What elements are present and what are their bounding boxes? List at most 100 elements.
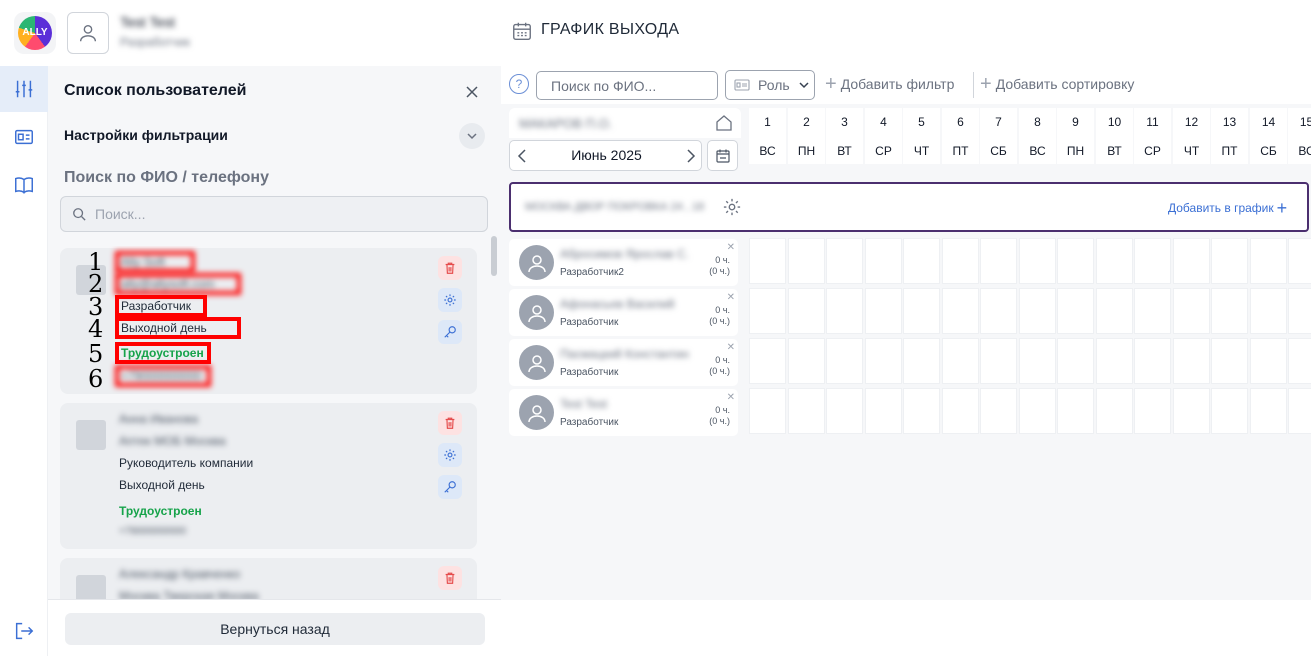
- schedule-cell[interactable]: [749, 288, 786, 334]
- schedule-cell[interactable]: [980, 338, 1017, 384]
- schedule-cell[interactable]: [1019, 338, 1056, 384]
- user-search-field[interactable]: [60, 196, 488, 232]
- delete-user-button[interactable]: [438, 411, 462, 435]
- remove-employee-icon[interactable]: ✕: [727, 392, 735, 403]
- schedule-cell[interactable]: [1057, 288, 1094, 334]
- schedule-cell[interactable]: [1211, 288, 1248, 334]
- schedule-cell[interactable]: [1250, 338, 1287, 384]
- schedule-cell[interactable]: [1211, 388, 1248, 434]
- date-picker-button[interactable]: [707, 140, 738, 171]
- schedule-cell[interactable]: [1019, 288, 1056, 334]
- schedule-cell[interactable]: [1288, 238, 1311, 284]
- schedule-cell[interactable]: [749, 338, 786, 384]
- app-logo[interactable]: ALLY: [14, 12, 56, 54]
- schedule-cell[interactable]: [1288, 288, 1311, 334]
- employee-row[interactable]: Test Test Разработчик ✕ 0 ч. (0 ч.): [509, 389, 738, 436]
- schedule-cell[interactable]: [1173, 288, 1210, 334]
- schedule-cell[interactable]: [942, 388, 979, 434]
- employee-row[interactable]: Афонасьев Василий Разработчик ✕ 0 ч. (0 ч.): [509, 289, 738, 336]
- schedule-cell[interactable]: [788, 238, 825, 284]
- schedule-cell[interactable]: [903, 338, 940, 384]
- schedule-cell[interactable]: [942, 288, 979, 334]
- schedule-cell[interactable]: [1057, 388, 1094, 434]
- schedule-cell[interactable]: [1134, 288, 1171, 334]
- back-button[interactable]: Вернуться назад: [65, 613, 485, 645]
- rail-card-button[interactable]: [0, 114, 48, 160]
- add-filter-button[interactable]: + Добавить фильтр: [825, 74, 954, 94]
- schedule-cell[interactable]: [1096, 288, 1133, 334]
- user-settings-button[interactable]: [438, 288, 462, 312]
- user-search-input[interactable]: [95, 197, 475, 231]
- schedule-cell[interactable]: [1134, 338, 1171, 384]
- schedule-cell[interactable]: [1096, 338, 1133, 384]
- schedule-cell[interactable]: [826, 338, 863, 384]
- schedule-cell[interactable]: [980, 388, 1017, 434]
- remove-employee-icon[interactable]: ✕: [727, 242, 735, 253]
- add-to-schedule-button[interactable]: Добавить в график +: [1168, 199, 1287, 217]
- schedule-cell[interactable]: [826, 288, 863, 334]
- prev-month-button[interactable]: [512, 145, 532, 167]
- schedule-cell[interactable]: [1173, 238, 1210, 284]
- schedule-cell[interactable]: [942, 338, 979, 384]
- schedule-cell[interactable]: [865, 338, 902, 384]
- employee-row[interactable]: Абросимов Ярослав С. Разработчик2 ✕ 0 ч. (0 …: [509, 239, 738, 286]
- schedule-cell[interactable]: [1288, 338, 1311, 384]
- schedule-cell[interactable]: [1250, 388, 1287, 434]
- schedule-cell[interactable]: [1211, 338, 1248, 384]
- schedule-cell[interactable]: [788, 338, 825, 384]
- list-scrollbar[interactable]: [491, 236, 497, 276]
- user-card[interactable]: Анна Иванова Аптек МОБ Москва Руководите…: [60, 403, 477, 549]
- rail-filter-button[interactable]: [0, 66, 48, 112]
- next-month-button[interactable]: [681, 145, 701, 167]
- location-settings-button[interactable]: [722, 197, 742, 222]
- user-card[interactable]: Александр Кравченко Москва Тверская Моск…: [60, 558, 477, 599]
- schedule-cell[interactable]: [865, 238, 902, 284]
- schedule-cell[interactable]: [1211, 238, 1248, 284]
- fio-search-field[interactable]: [536, 71, 718, 100]
- schedule-cell[interactable]: [1134, 238, 1171, 284]
- user-settings-button[interactable]: [438, 443, 462, 467]
- rail-book-button[interactable]: [0, 162, 48, 208]
- user-avatar[interactable]: [67, 12, 109, 54]
- delete-user-button[interactable]: [438, 566, 462, 590]
- schedule-cell[interactable]: [1057, 338, 1094, 384]
- role-filter-select[interactable]: Роль: [725, 70, 815, 100]
- logout-button[interactable]: [0, 608, 48, 654]
- help-button[interactable]: ?: [509, 74, 529, 94]
- user-access-button[interactable]: [438, 320, 462, 344]
- schedule-cell[interactable]: [903, 388, 940, 434]
- panel-close-button[interactable]: [462, 82, 482, 102]
- schedule-cell[interactable]: [788, 388, 825, 434]
- schedule-cell[interactable]: [826, 238, 863, 284]
- home-icon[interactable]: [715, 114, 733, 137]
- schedule-cell[interactable]: [826, 388, 863, 434]
- schedule-cell[interactable]: [1288, 388, 1311, 434]
- remove-employee-icon[interactable]: ✕: [727, 342, 735, 353]
- schedule-cell[interactable]: [1096, 238, 1133, 284]
- filter-settings-label[interactable]: Настройки фильтрации: [64, 127, 228, 143]
- add-sort-button[interactable]: + Добавить сортировку: [980, 74, 1134, 94]
- user-access-button[interactable]: [438, 475, 462, 499]
- schedule-cell[interactable]: [1019, 388, 1056, 434]
- schedule-cell[interactable]: [865, 388, 902, 434]
- filter-settings-toggle[interactable]: [459, 123, 485, 149]
- employee-row[interactable]: Пасмацкий Константин Разработчик ✕ 0 ч. (0 ч…: [509, 339, 738, 386]
- schedule-cell[interactable]: [1250, 288, 1287, 334]
- schedule-cell[interactable]: [1173, 388, 1210, 434]
- schedule-cell[interactable]: [749, 388, 786, 434]
- schedule-cell[interactable]: [1134, 388, 1171, 434]
- schedule-cell[interactable]: [1250, 238, 1287, 284]
- schedule-cell[interactable]: [1057, 238, 1094, 284]
- remove-employee-icon[interactable]: ✕: [727, 292, 735, 303]
- user-card[interactable]: 1 2 3 4 5 6 Ally Soft ally@allysoft.com …: [60, 248, 477, 394]
- schedule-cell[interactable]: [980, 288, 1017, 334]
- schedule-cell[interactable]: [903, 288, 940, 334]
- schedule-cell[interactable]: [749, 238, 786, 284]
- schedule-cell[interactable]: [1019, 238, 1056, 284]
- schedule-cell[interactable]: [942, 238, 979, 284]
- schedule-cell[interactable]: [1173, 338, 1210, 384]
- schedule-cell[interactable]: [788, 288, 825, 334]
- delete-user-button[interactable]: [438, 256, 462, 280]
- schedule-cell[interactable]: [980, 238, 1017, 284]
- schedule-cell[interactable]: [1096, 388, 1133, 434]
